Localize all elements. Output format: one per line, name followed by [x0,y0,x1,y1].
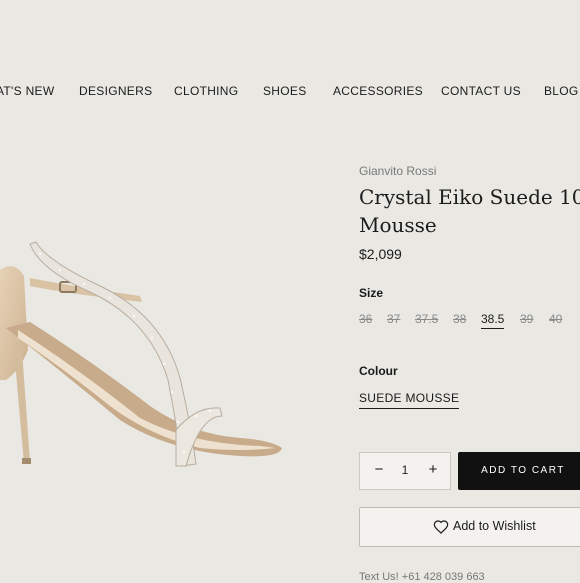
wishlist-label: Add to Wishlist [453,519,536,533]
nav-item-shoes[interactable]: SHOES [263,84,307,98]
product-title-line-2: Mousse [359,213,437,237]
size-option-38[interactable]: 38 [453,312,466,326]
size-option-39[interactable]: 39 [520,312,533,326]
nav-item-contact-us[interactable]: CONTACT US [441,84,521,98]
nav-item-blog[interactable]: BLOG [544,84,579,98]
heel-counter [0,266,28,380]
brand-name[interactable]: Gianvito Rossi [359,164,436,178]
nav-item-designers[interactable]: DESIGNERS [79,84,152,98]
heel-tip [22,458,31,464]
quantity-stepper: − 1 + [359,452,451,490]
size-selector: 36 37 37.5 38 38.5 39 40 [359,312,580,332]
product-image [0,241,282,467]
main-nav: AT'S NEW DESIGNERS CLOTHING SHOES ACCESS… [0,84,580,104]
contact-text[interactable]: Text Us! +61 428 039 663 [359,571,485,583]
size-option-37[interactable]: 37 [387,312,400,326]
size-option-40[interactable]: 40 [549,312,562,326]
size-option-38-5[interactable]: 38.5 [481,312,505,329]
quantity-value[interactable]: 1 [398,463,412,477]
product-title-line-1: Crystal Eiko Suede 105 [359,185,580,209]
size-label: Size [359,286,384,300]
product-price: $2,099 [359,246,402,262]
heart-icon [433,520,449,534]
nav-item-clothing[interactable]: CLOTHING [174,84,238,98]
nav-item-whats-new[interactable]: AT'S NEW [0,84,54,98]
quantity-increase-button[interactable]: + [425,461,441,478]
colour-label: Colour [359,364,398,378]
heel-stem [14,350,30,464]
nav-item-accessories[interactable]: ACCESSORIES [333,84,423,98]
add-to-cart-button[interactable]: ADD TO CART [458,452,580,490]
add-to-wishlist-button[interactable]: Add to Wishlist [359,507,580,547]
size-option-37-5[interactable]: 37.5 [415,312,438,326]
size-option-36[interactable]: 36 [359,312,372,326]
quantity-decrease-button[interactable]: − [371,461,387,478]
product-title: Crystal Eiko Suede 105 Mousse [359,183,580,243]
sole [6,322,282,457]
colour-option-selected[interactable]: SUEDE MOUSSE [359,391,460,409]
